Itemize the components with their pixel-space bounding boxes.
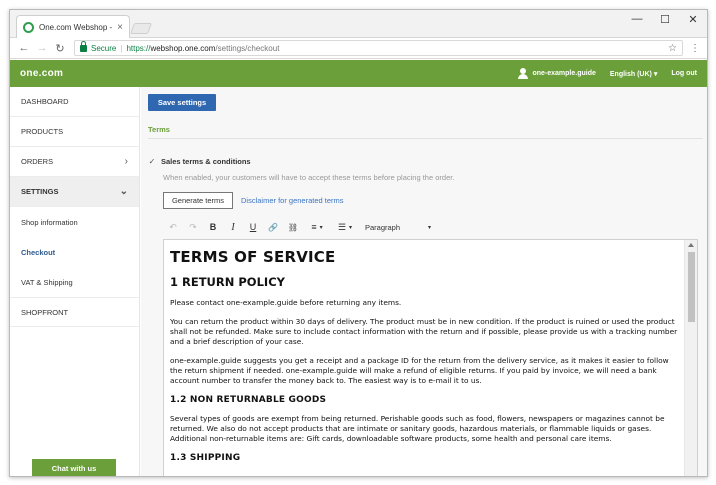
language-selector[interactable]: English (UK) ▾ (610, 70, 657, 78)
tab-close-icon[interactable]: × (117, 22, 123, 33)
editor-paragraph: You can return the product within 30 day… (170, 317, 678, 346)
window-controls: — ☐ ✕ (623, 10, 707, 28)
logout-link[interactable]: Log out (671, 70, 697, 77)
save-settings-button[interactable]: Save settings (148, 94, 216, 111)
editor-toolbar: ↶ ↷ B I U 🔗 ⛓ ≡ ▾ ☰ ▾ Paragraph ▾ (163, 218, 431, 236)
header-right: one-example.guide English (UK) ▾ Log out (518, 68, 697, 79)
url-input[interactable]: Secure | https://webshop.one.com/setting… (74, 40, 683, 56)
address-bar: ← → ↻ Secure | https://webshop.one.com/s… (10, 38, 707, 59)
undo-icon[interactable]: ↶ (163, 220, 183, 234)
sidebar-item-products[interactable]: PRODUCTS (10, 117, 139, 147)
redo-icon[interactable]: ↷ (183, 220, 203, 234)
sidebar-item-label: ORDERS (21, 157, 54, 166)
editor-heading-3: 1.3 SHIPPING (170, 453, 241, 463)
user-icon (518, 68, 529, 79)
lock-icon (80, 40, 87, 52)
user-name: one-example.guide (532, 70, 596, 77)
ordered-list-button[interactable]: ≡ ▾ (303, 222, 331, 232)
forward-icon[interactable]: → (34, 40, 50, 56)
sidebar-item-dashboard[interactable]: DASHBOARD (10, 87, 139, 117)
sidebar-subitem-checkout[interactable]: Checkout (10, 237, 139, 267)
chevron-down-icon: ▾ (319, 224, 323, 231)
tab-title: One.com Webshop - Setti (39, 22, 114, 32)
chevron-right-icon: › (124, 156, 128, 167)
editor-paragraph: one-example.guide suggests you get a rec… (170, 356, 669, 385)
sidebar-item-settings[interactable]: SETTINGS ⌄ (10, 177, 139, 207)
terms-editor[interactable]: TERMS OF SERVICE 1 RETURN POLICY Please … (163, 239, 698, 476)
browser-tab[interactable]: One.com Webshop - Setti × (16, 15, 130, 38)
close-window-icon[interactable]: ✕ (679, 10, 707, 28)
sidebar: DASHBOARD PRODUCTS ORDERS › SETTINGS ⌄ S… (10, 87, 140, 476)
sidebar-subitem-shop-information[interactable]: Shop information (10, 207, 139, 237)
new-tab-button[interactable] (129, 23, 153, 34)
tab-strip: One.com Webshop - Setti × — ☐ ✕ (10, 10, 707, 38)
editor-content[interactable]: TERMS OF SERVICE 1 RETURN POLICY Please … (164, 240, 684, 476)
onecom-favicon-icon (23, 21, 34, 33)
editor-heading-3: 1.2 NON RETURNABLE GOODS (170, 395, 327, 405)
chevron-down-icon: ▾ (427, 224, 431, 231)
url-host: webshop.one.com (150, 43, 216, 53)
sidebar-item-label: PRODUCTS (21, 127, 64, 136)
section-divider (148, 138, 703, 139)
scrollbar-thumb[interactable] (688, 252, 695, 322)
format-select-value: Paragraph (365, 222, 401, 232)
editor-heading-1: TERMS OF SERVICE (170, 248, 336, 266)
main-content: Save settings Terms ✓ Sales terms & cond… (141, 87, 707, 476)
editor-paragraph: Several types of goods are exempt from b… (170, 414, 665, 443)
reload-icon[interactable]: ↻ (52, 40, 68, 56)
onecom-logo[interactable]: one.com (20, 68, 63, 79)
secure-label: Secure (91, 43, 117, 53)
app-header: one.com one-example.guide English (UK) ▾… (10, 60, 707, 87)
link-icon[interactable]: 🔗 (263, 220, 283, 234)
minimize-icon[interactable]: — (623, 10, 651, 28)
ordered-list-icon: ≡ (311, 222, 317, 232)
sidebar-subitem-vat-shipping[interactable]: VAT & Shipping (10, 267, 139, 297)
editor-paragraph: Please contact one-example.guide before … (170, 298, 402, 307)
bookmark-star-icon[interactable]: ☆ (668, 43, 677, 54)
format-select[interactable]: Paragraph ▾ (365, 223, 431, 232)
generate-terms-button[interactable]: Generate terms (163, 192, 233, 209)
maximize-icon[interactable]: ☐ (651, 10, 679, 28)
url-protocol: https:// (126, 43, 151, 53)
sidebar-item-label: SHOPFRONT (21, 307, 69, 317)
underline-button[interactable]: U (243, 220, 263, 234)
browser-menu-icon[interactable]: ⋮ (689, 43, 701, 54)
terms-checkbox[interactable]: ✓ (148, 157, 156, 166)
browser-window: One.com Webshop - Setti × — ☐ ✕ ← → ↻ Se… (9, 9, 708, 477)
terms-hint: When enabled, your customers will have t… (163, 173, 455, 182)
sidebar-item-shopfront[interactable]: SHOPFRONT (10, 297, 139, 327)
italic-button[interactable]: I (223, 220, 243, 234)
unlink-icon[interactable]: ⛓ (283, 220, 303, 234)
chevron-down-icon: ⌄ (119, 186, 128, 197)
user-menu[interactable]: one-example.guide (518, 68, 596, 79)
bullet-list-button[interactable]: ☰ ▾ (331, 222, 359, 233)
url-separator: | (120, 43, 123, 53)
scroll-up-icon[interactable] (688, 243, 694, 247)
sidebar-item-orders[interactable]: ORDERS › (10, 147, 139, 177)
chat-with-us-button[interactable]: Chat with us (32, 459, 116, 476)
bullet-list-icon: ☰ (337, 221, 347, 232)
back-icon[interactable]: ← (16, 40, 32, 56)
sidebar-item-label: SETTINGS (21, 187, 59, 196)
sidebar-item-label: DASHBOARD (21, 97, 69, 106)
chevron-down-icon: ▾ (349, 224, 353, 231)
bold-button[interactable]: B (203, 220, 223, 234)
terms-checkbox-label[interactable]: Sales terms & conditions (161, 157, 251, 166)
terms-checkbox-row[interactable]: ✓ Sales terms & conditions (148, 157, 251, 166)
url-path: /settings/checkout (215, 43, 280, 53)
editor-scrollbar[interactable] (684, 240, 697, 476)
section-title: Terms (148, 125, 170, 134)
editor-heading-2: 1 RETURN POLICY (170, 275, 285, 289)
disclaimer-link[interactable]: Disclaimer for generated terms (241, 196, 344, 205)
